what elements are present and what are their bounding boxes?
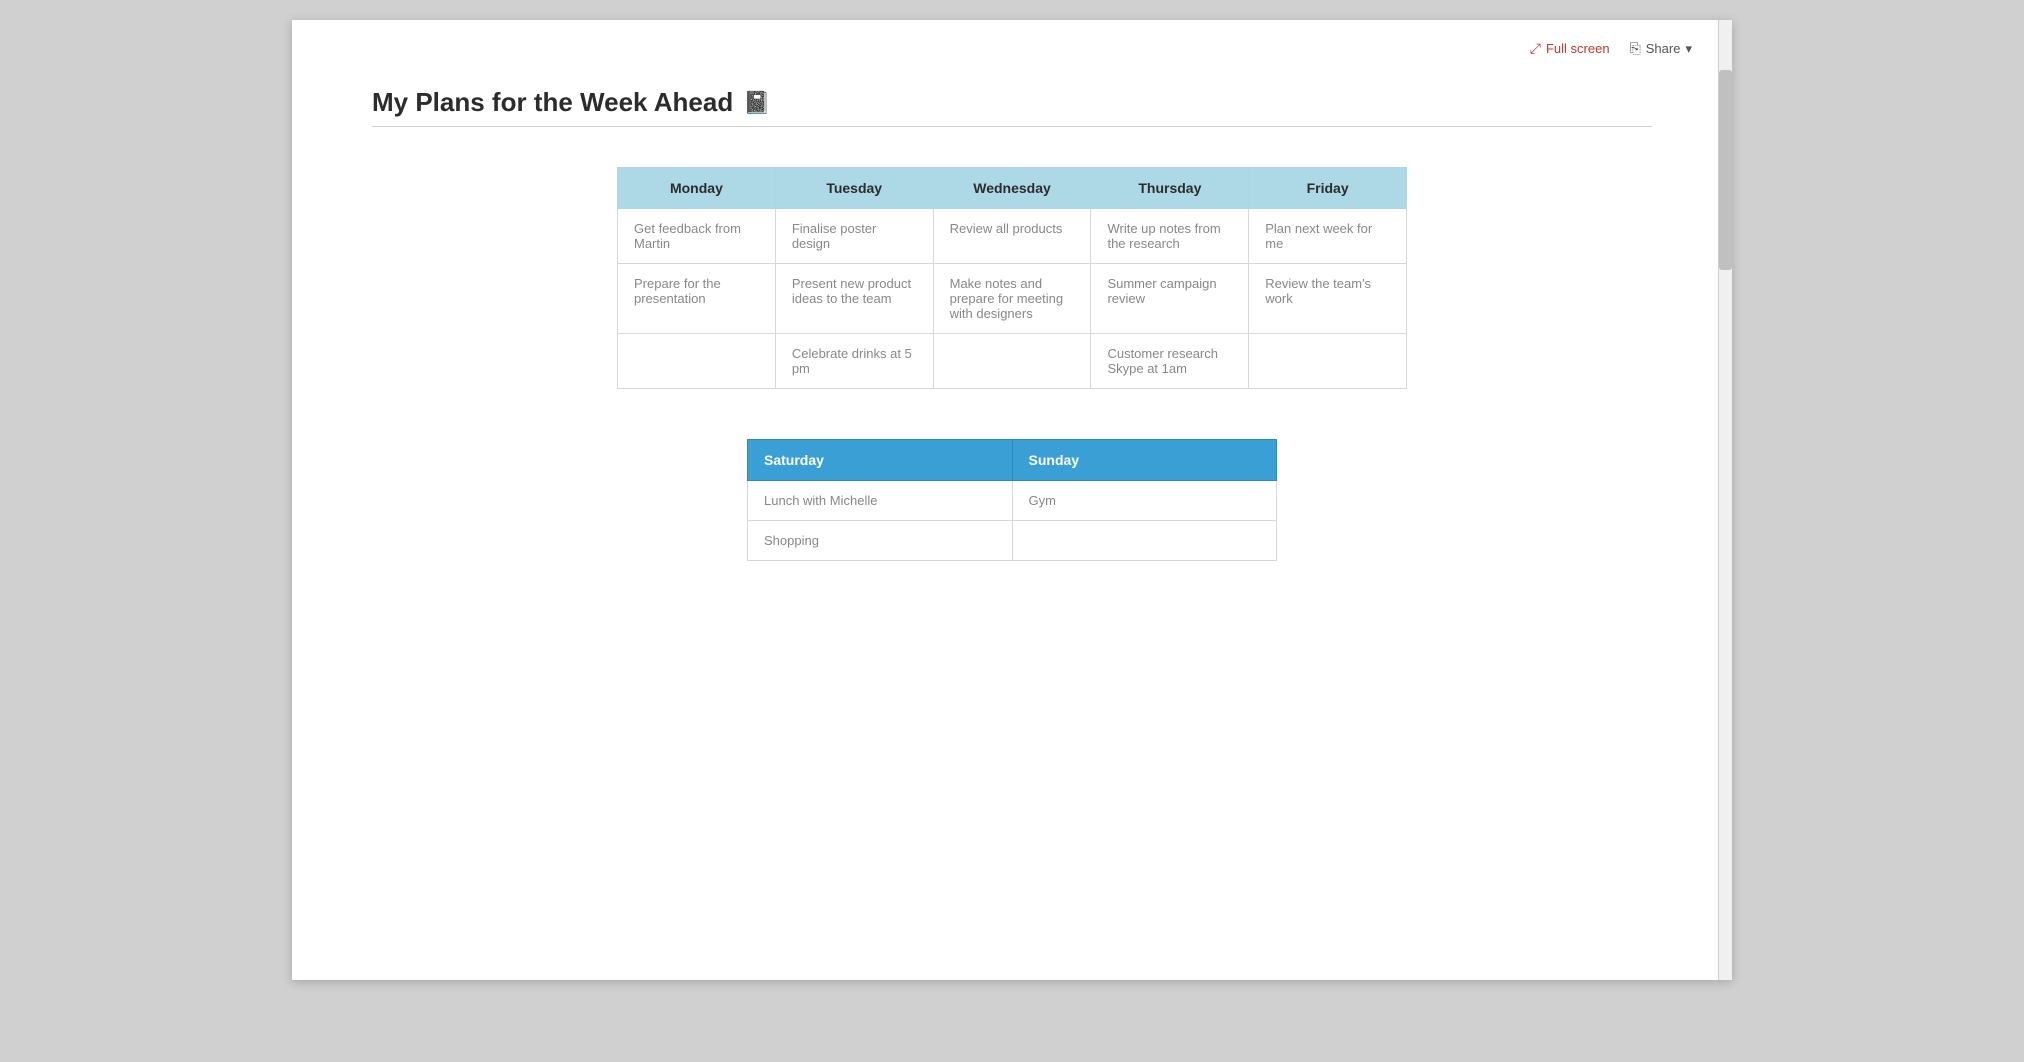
page-title-text: My Plans for the Week Ahead (372, 87, 733, 118)
weekday-row-1: Prepare for the presentationPresent new … (618, 264, 1407, 334)
weekday-cell-0-4: Plan next week for me (1249, 209, 1407, 264)
share-icon: ⎘ (1630, 40, 1641, 57)
fullscreen-icon: ⤢ (1530, 40, 1541, 57)
saturday-header: Saturday (748, 440, 1013, 481)
weekday-table-container: Monday Tuesday Wednesday Thursday Friday… (617, 167, 1407, 389)
weekday-cell-1-4: Review the team's work (1249, 264, 1407, 334)
friday-header: Friday (1249, 168, 1407, 209)
weekend-header-row: Saturday Sunday (748, 440, 1277, 481)
weekday-cell-1-2: Make notes and prepare for meeting with … (933, 264, 1091, 334)
scrollbar-thumb[interactable] (1719, 70, 1732, 270)
weekday-header-row: Monday Tuesday Wednesday Thursday Friday (618, 168, 1407, 209)
weekday-cell-0-0: Get feedback from Martin (618, 209, 776, 264)
scrollbar[interactable] (1718, 20, 1732, 980)
weekday-cell-2-3: Customer research Skype at 1am (1091, 334, 1249, 389)
weekday-table-body: Get feedback from MartinFinalise poster … (618, 209, 1407, 389)
weekend-cell-0-0: Lunch with Michelle (748, 481, 1013, 521)
weekday-cell-0-1: Finalise poster design (775, 209, 933, 264)
weekend-cell-1-0: Shopping (748, 521, 1013, 561)
weekend-table-container: Saturday Sunday Lunch with MichelleGymSh… (747, 439, 1277, 561)
monday-header: Monday (618, 168, 776, 209)
toolbar: ⤢ Full screen ⎘ Share ▾ (292, 20, 1732, 67)
share-label: Share (1646, 41, 1681, 56)
weekend-table-body: Lunch with MichelleGymShopping (748, 481, 1277, 561)
weekday-cell-0-2: Review all products (933, 209, 1091, 264)
share-button[interactable]: ⎘ Share ▾ (1630, 40, 1692, 57)
thursday-header: Thursday (1091, 168, 1249, 209)
share-chevron-icon: ▾ (1685, 41, 1692, 57)
weekend-row-0: Lunch with MichelleGym (748, 481, 1277, 521)
weekday-cell-2-1: Celebrate drinks at 5 pm (775, 334, 933, 389)
weekday-cell-1-3: Summer campaign review (1091, 264, 1249, 334)
tuesday-header: Tuesday (775, 168, 933, 209)
weekday-row-2: Celebrate drinks at 5 pm Customer researc… (618, 334, 1407, 389)
weekend-cell-1-1 (1012, 521, 1277, 561)
weekend-cell-0-1: Gym (1012, 481, 1277, 521)
weekday-row-0: Get feedback from MartinFinalise poster … (618, 209, 1407, 264)
weekday-cell-2-2 (933, 334, 1091, 389)
wednesday-header: Wednesday (933, 168, 1091, 209)
fullscreen-button[interactable]: ⤢ Full screen (1530, 40, 1610, 57)
title-divider (372, 126, 1652, 127)
weekend-table: Saturday Sunday Lunch with MichelleGymSh… (747, 439, 1277, 561)
weekday-table: Monday Tuesday Wednesday Thursday Friday… (617, 167, 1407, 389)
weekday-cell-2-0 (618, 334, 776, 389)
weekday-cell-2-4 (1249, 334, 1407, 389)
fullscreen-label: Full screen (1546, 41, 1610, 56)
sunday-header: Sunday (1012, 440, 1277, 481)
weekday-cell-0-3: Write up notes from the research (1091, 209, 1249, 264)
notebook-icon: 📓 (743, 90, 770, 116)
weekday-cell-1-0: Prepare for the presentation (618, 264, 776, 334)
app-window: ⤢ Full screen ⎘ Share ▾ My Plans for the… (292, 20, 1732, 980)
page-content: My Plans for the Week Ahead 📓 Monday Tue… (292, 67, 1732, 601)
weekday-cell-1-1: Present new product ideas to the team (775, 264, 933, 334)
page-title-container: My Plans for the Week Ahead 📓 (372, 87, 1652, 118)
weekend-row-1: Shopping (748, 521, 1277, 561)
